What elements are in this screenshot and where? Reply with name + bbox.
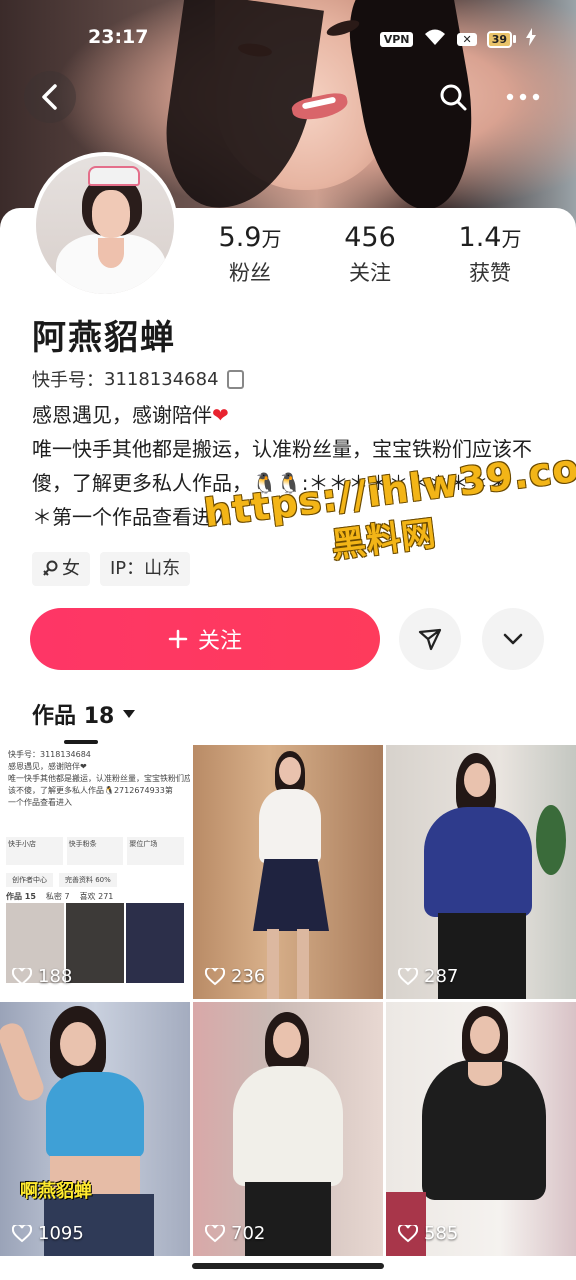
back-button[interactable]	[24, 71, 76, 123]
charging-icon	[526, 28, 536, 50]
video-tile[interactable]: 快手号：3118134684 感恩遇见，感谢陪伴❤ 唯一快手其他都是搬运，认准粉…	[0, 745, 190, 999]
tile-thumbnail: 快手号：3118134684 感恩遇见，感谢陪伴❤ 唯一快手其他都是搬运，认准粉…	[0, 745, 190, 999]
like-count: 585	[398, 1223, 458, 1244]
battery-icon: 39	[486, 30, 516, 48]
chevron-down-icon	[503, 633, 523, 645]
caret-down-icon	[123, 710, 136, 718]
profile-nickname: 阿燕貂蝉	[32, 318, 176, 358]
kuaishou-id-row[interactable]: 快手号： 3118134684	[32, 366, 244, 392]
like-count: 1095	[12, 1223, 84, 1244]
video-tile[interactable]: 702	[193, 1002, 383, 1256]
like-count: 702	[205, 1223, 265, 1244]
heart-icon	[398, 967, 418, 985]
video-tile[interactable]: 585	[386, 1002, 576, 1256]
chevron-left-icon	[42, 84, 57, 110]
copy-icon[interactable]	[226, 369, 244, 389]
followers-stat[interactable]: 5.9万 粉丝	[190, 222, 310, 294]
heart-icon	[205, 967, 225, 985]
wifi-icon	[423, 28, 447, 50]
more-button[interactable]	[497, 71, 549, 123]
likes-stat[interactable]: 1.4万 获赞	[430, 222, 550, 294]
home-indicator[interactable]	[192, 1263, 384, 1269]
kuaishou-id: 3118134684	[104, 368, 219, 390]
heart-icon	[205, 1224, 225, 1242]
share-button[interactable]	[399, 608, 461, 670]
search-icon	[440, 84, 467, 111]
heart-icon	[12, 967, 32, 985]
ip-location-tag: IP：山东	[100, 552, 191, 586]
video-tile[interactable]: 236	[193, 745, 383, 999]
video-caption: 啊燕貂蝉	[20, 1181, 92, 1202]
video-tile[interactable]: 287	[386, 745, 576, 999]
followers-label: 粉丝	[229, 261, 271, 285]
following-label: 关注	[349, 261, 391, 285]
heart-icon	[12, 1224, 32, 1242]
avatar[interactable]	[32, 152, 178, 298]
follow-button[interactable]: 关注	[30, 608, 380, 670]
video-tile[interactable]: 啊燕貂蝉 1095	[0, 1002, 190, 1256]
like-count: 287	[398, 966, 458, 987]
send-icon	[418, 628, 442, 651]
vpn-indicator: VPN	[379, 31, 414, 47]
tab-indicator	[64, 740, 98, 744]
like-count: 236	[205, 966, 265, 987]
heart-emoji: ❤	[212, 403, 229, 427]
tab-works[interactable]: 作品 18	[32, 698, 136, 730]
more-dots-icon	[506, 93, 540, 101]
like-count: 188	[12, 966, 72, 987]
profile-stats: 5.9万 粉丝 456 关注 1.4万 获赞	[190, 222, 550, 294]
status-time: 23:17	[88, 26, 149, 48]
likes-label: 获赞	[469, 261, 511, 285]
works-count: 18	[83, 704, 115, 729]
sim-off-icon: ✕	[457, 32, 477, 46]
female-icon	[43, 560, 58, 576]
search-button[interactable]	[427, 71, 479, 123]
heart-icon	[398, 1224, 418, 1242]
expand-button[interactable]	[482, 608, 544, 670]
plus-icon	[168, 629, 188, 649]
following-stat[interactable]: 456 关注	[310, 222, 430, 294]
gender-tag: 女	[32, 552, 90, 586]
status-bar: 23:17 VPN ✕ 39	[0, 24, 576, 54]
profile-tags: 女 IP：山东	[32, 552, 191, 586]
